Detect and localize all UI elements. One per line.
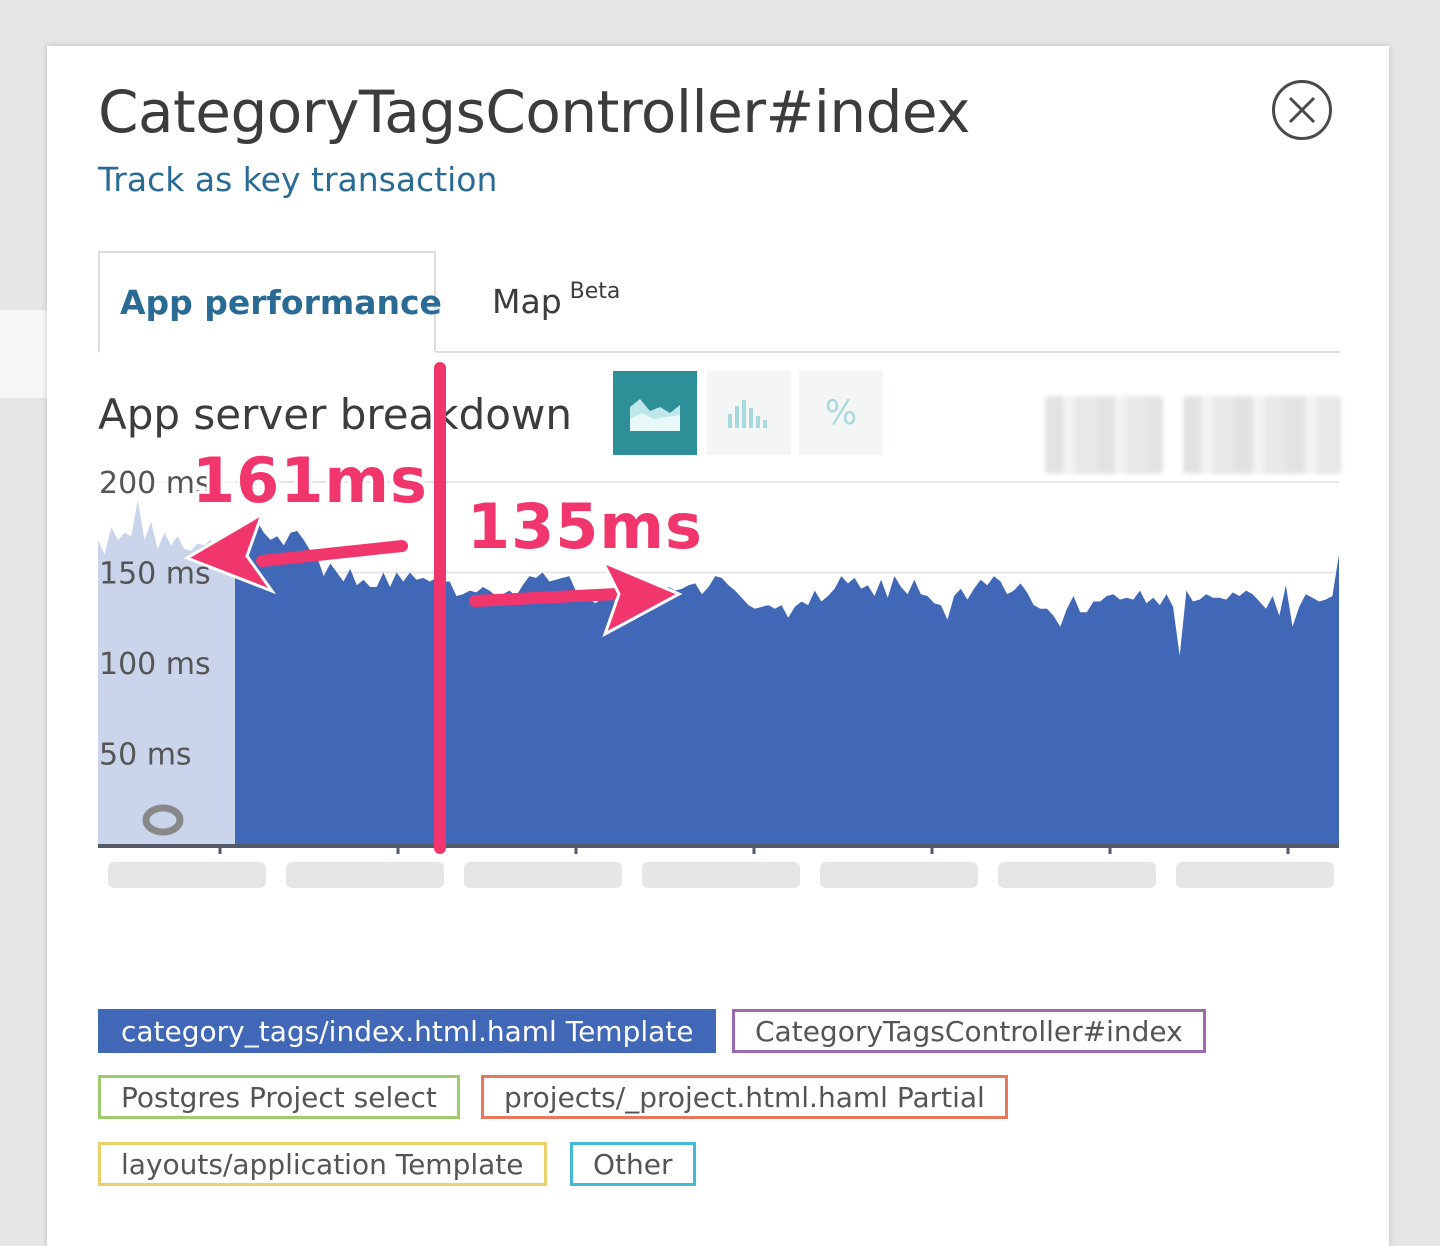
- redacted-tick-label: [286, 862, 444, 888]
- y-tick-label: 100 ms: [99, 647, 211, 682]
- annotation-after: 135ms: [467, 490, 703, 563]
- annotation-before: 161ms: [192, 444, 428, 517]
- legend-item[interactable]: Other: [570, 1142, 696, 1186]
- legend-item[interactable]: category_tags/index.html.haml Template: [98, 1009, 717, 1053]
- redacted-tick-label: [998, 862, 1156, 888]
- redacted-tick-label: [642, 862, 800, 888]
- annotation-arrow-right: [469, 588, 623, 607]
- redacted-tick-label: [108, 862, 266, 888]
- legend-item[interactable]: projects/_project.html.haml Partial: [481, 1075, 1008, 1119]
- legend-item[interactable]: layouts/application Template: [98, 1142, 547, 1186]
- series-area: [98, 500, 1339, 844]
- legend-item[interactable]: CategoryTagsController#index: [732, 1009, 1206, 1053]
- redacted-tick-label: [464, 862, 622, 888]
- y-tick-label: 50 ms: [99, 738, 192, 773]
- legend-item[interactable]: Postgres Project select: [98, 1075, 460, 1119]
- redacted-tick-label: [1176, 862, 1334, 888]
- redacted-tick-label: [820, 862, 978, 888]
- transaction-modal: CategoryTagsController#index Track as ke…: [47, 46, 1389, 1246]
